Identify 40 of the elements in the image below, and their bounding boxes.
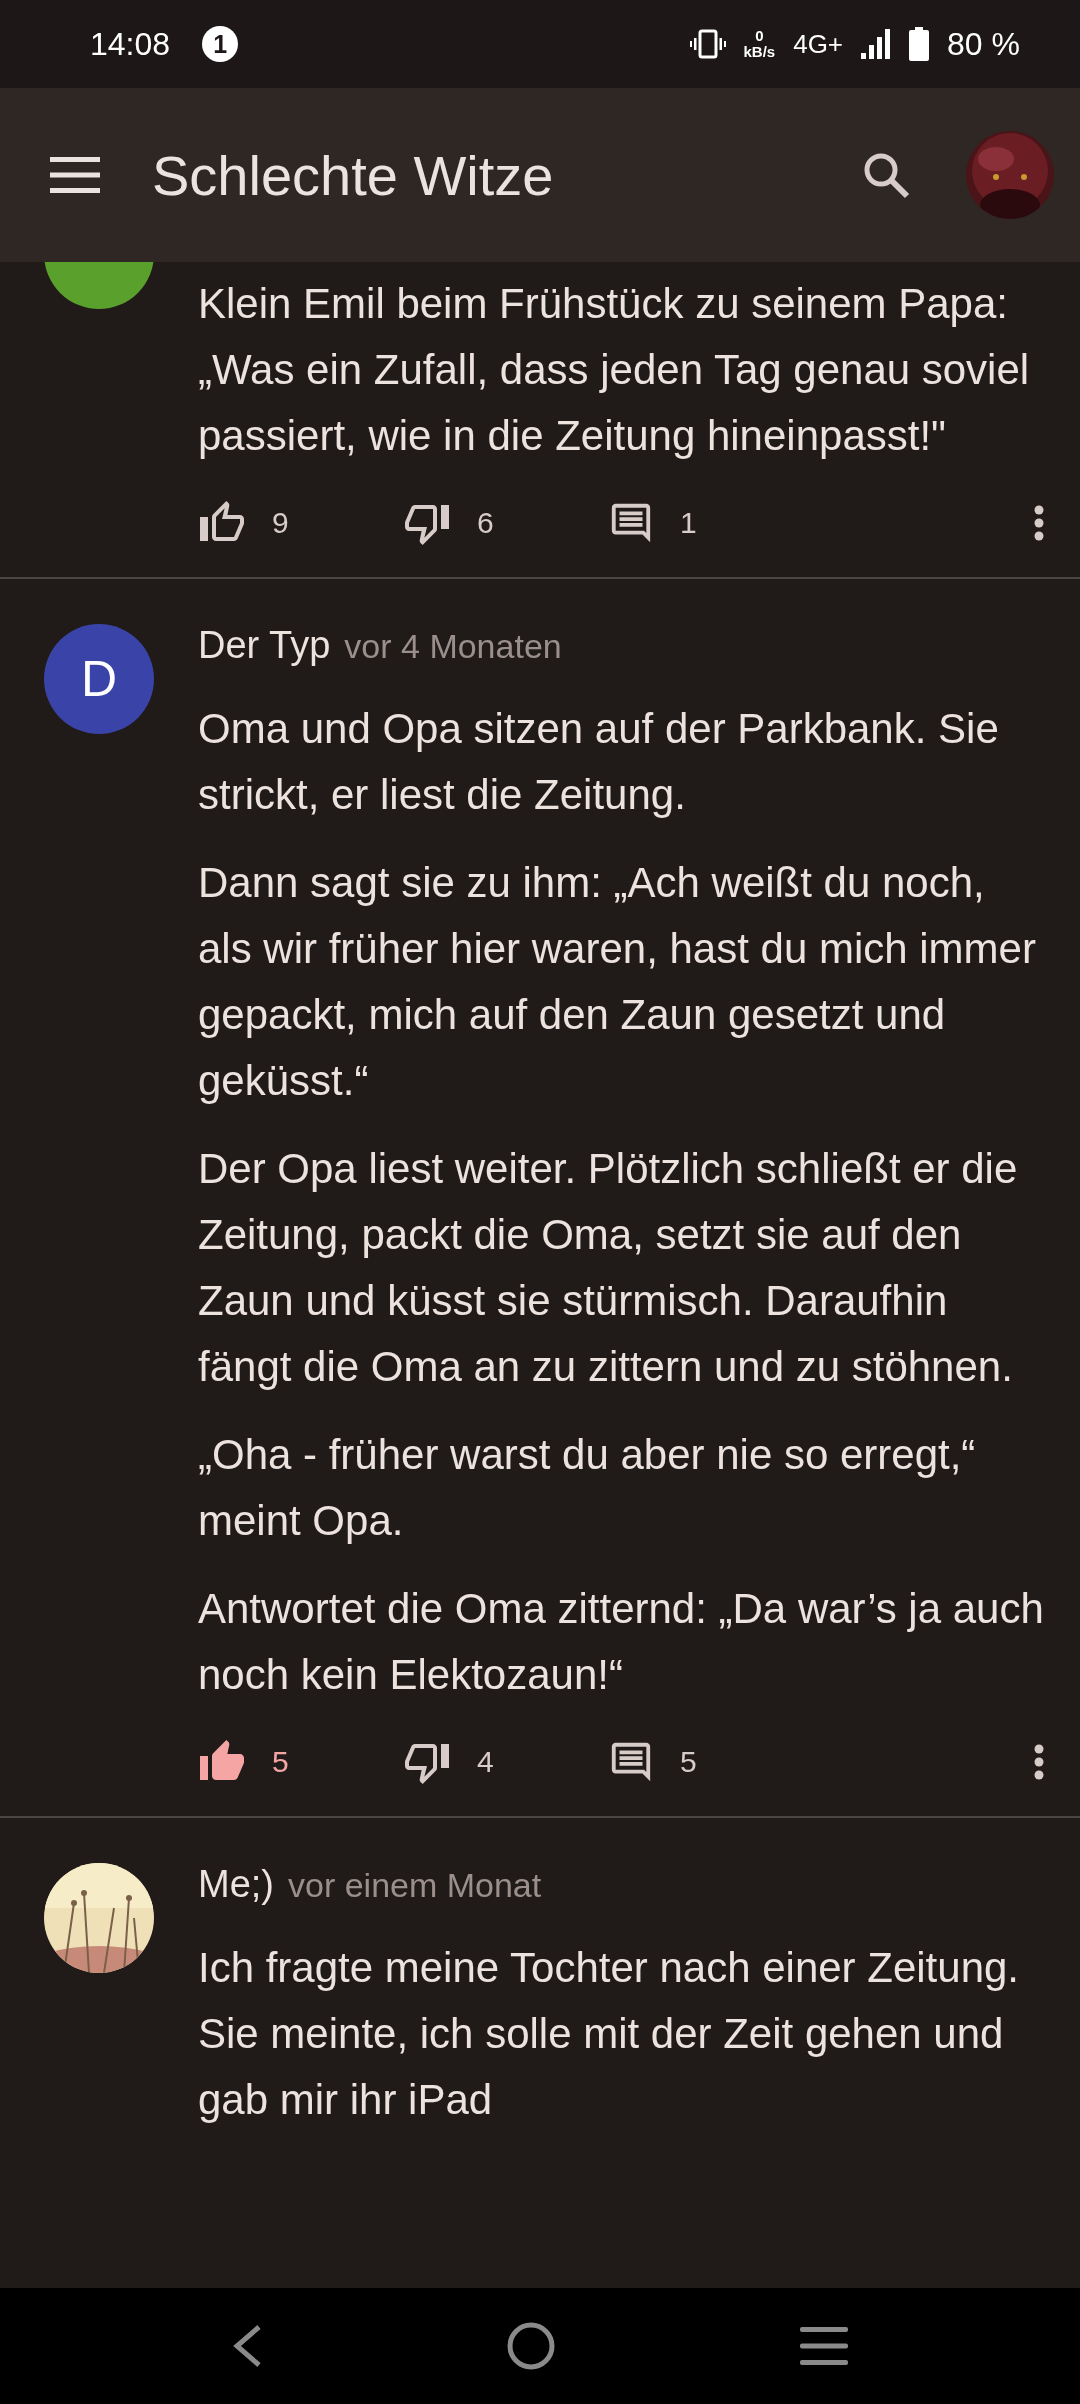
back-button[interactable] (232, 2324, 263, 2368)
recents-icon (799, 2327, 848, 2365)
menu-button[interactable] (50, 157, 100, 193)
search-icon (862, 151, 910, 199)
more-icon (1034, 505, 1044, 541)
data-rate: 0 (755, 28, 764, 44)
dislike-button[interactable]: 4 (403, 1738, 608, 1786)
post-time: vor einem Monat (288, 1866, 542, 1905)
home-icon (507, 2322, 555, 2370)
joke-paragraph: Antwortet die Oma zitternd: „Da war’s ja auch noch kein Elektozaun!“ (198, 1584, 1045, 1700)
more-icon (1034, 1744, 1044, 1780)
notification-badge: 1 (202, 26, 239, 62)
joke-paragraph: Der Opa liest weiter. Plötzlich schließt er die Zeitung, packt die Oma, setzt sie auf den Zaun und küsst sie stürmisch. Daraufhin fängt die Oma an zu zittern und zu stöhnen. (198, 1144, 1019, 1392)
comments-button[interactable]: 1 (608, 500, 697, 546)
battery-level: 80 % (947, 25, 1020, 63)
menu-icon (50, 157, 100, 193)
joke-paragraph: „Oha - früher warst du aber nie so erregt,“ meint Opa. (198, 1430, 977, 1546)
back-icon (232, 2324, 263, 2368)
joke-paragraph: Oma und Opa sitzen auf der Parkbank. Sie strickt, er liest die Zeitung. (198, 704, 1000, 820)
battery-icon (909, 27, 930, 61)
joke-paragraph: Dann sagt sie zu ihm: „Ach weißt du noch, als wir früher hier waren, hast du mich immer gepackt, mich auf den Zaun gesetzt und geküsst.“ (198, 858, 1037, 1106)
author-name: Der Typ (198, 624, 331, 667)
signal-icon (861, 29, 892, 59)
post-time: vor 4 Monaten (344, 627, 562, 666)
search-button[interactable] (862, 151, 910, 199)
like-button[interactable]: 5 (198, 1738, 403, 1786)
joke-paragraph: Ich fragte meine Tochter nach einer Zeitung. Sie meinte, ich solle mit der Zeit gehen und gab mir ihr iPad (198, 1943, 1021, 2125)
data-unit: kB/s (743, 44, 776, 60)
recents-button[interactable] (799, 2327, 848, 2365)
joke-paragraph: Klein Emil beim Frühstück zu seinem Papa: „Was ein Zufall, dass jeden Tag genau soviel passiert, wie in die Zeitung hineinpasst!" (198, 279, 1031, 461)
network-type: 4G+ (793, 28, 844, 60)
author-name: Me;) (198, 1863, 274, 1906)
like-button[interactable]: 9 (198, 499, 403, 547)
clock: 14:08 (90, 25, 171, 63)
vibrate-icon (689, 29, 726, 59)
home-button[interactable] (507, 2322, 555, 2370)
app-title: Schlechte Witze (152, 142, 555, 208)
dislike-button[interactable]: 6 (403, 499, 608, 547)
avatar: D (44, 624, 154, 734)
comments-button[interactable]: 5 (608, 1739, 697, 1785)
